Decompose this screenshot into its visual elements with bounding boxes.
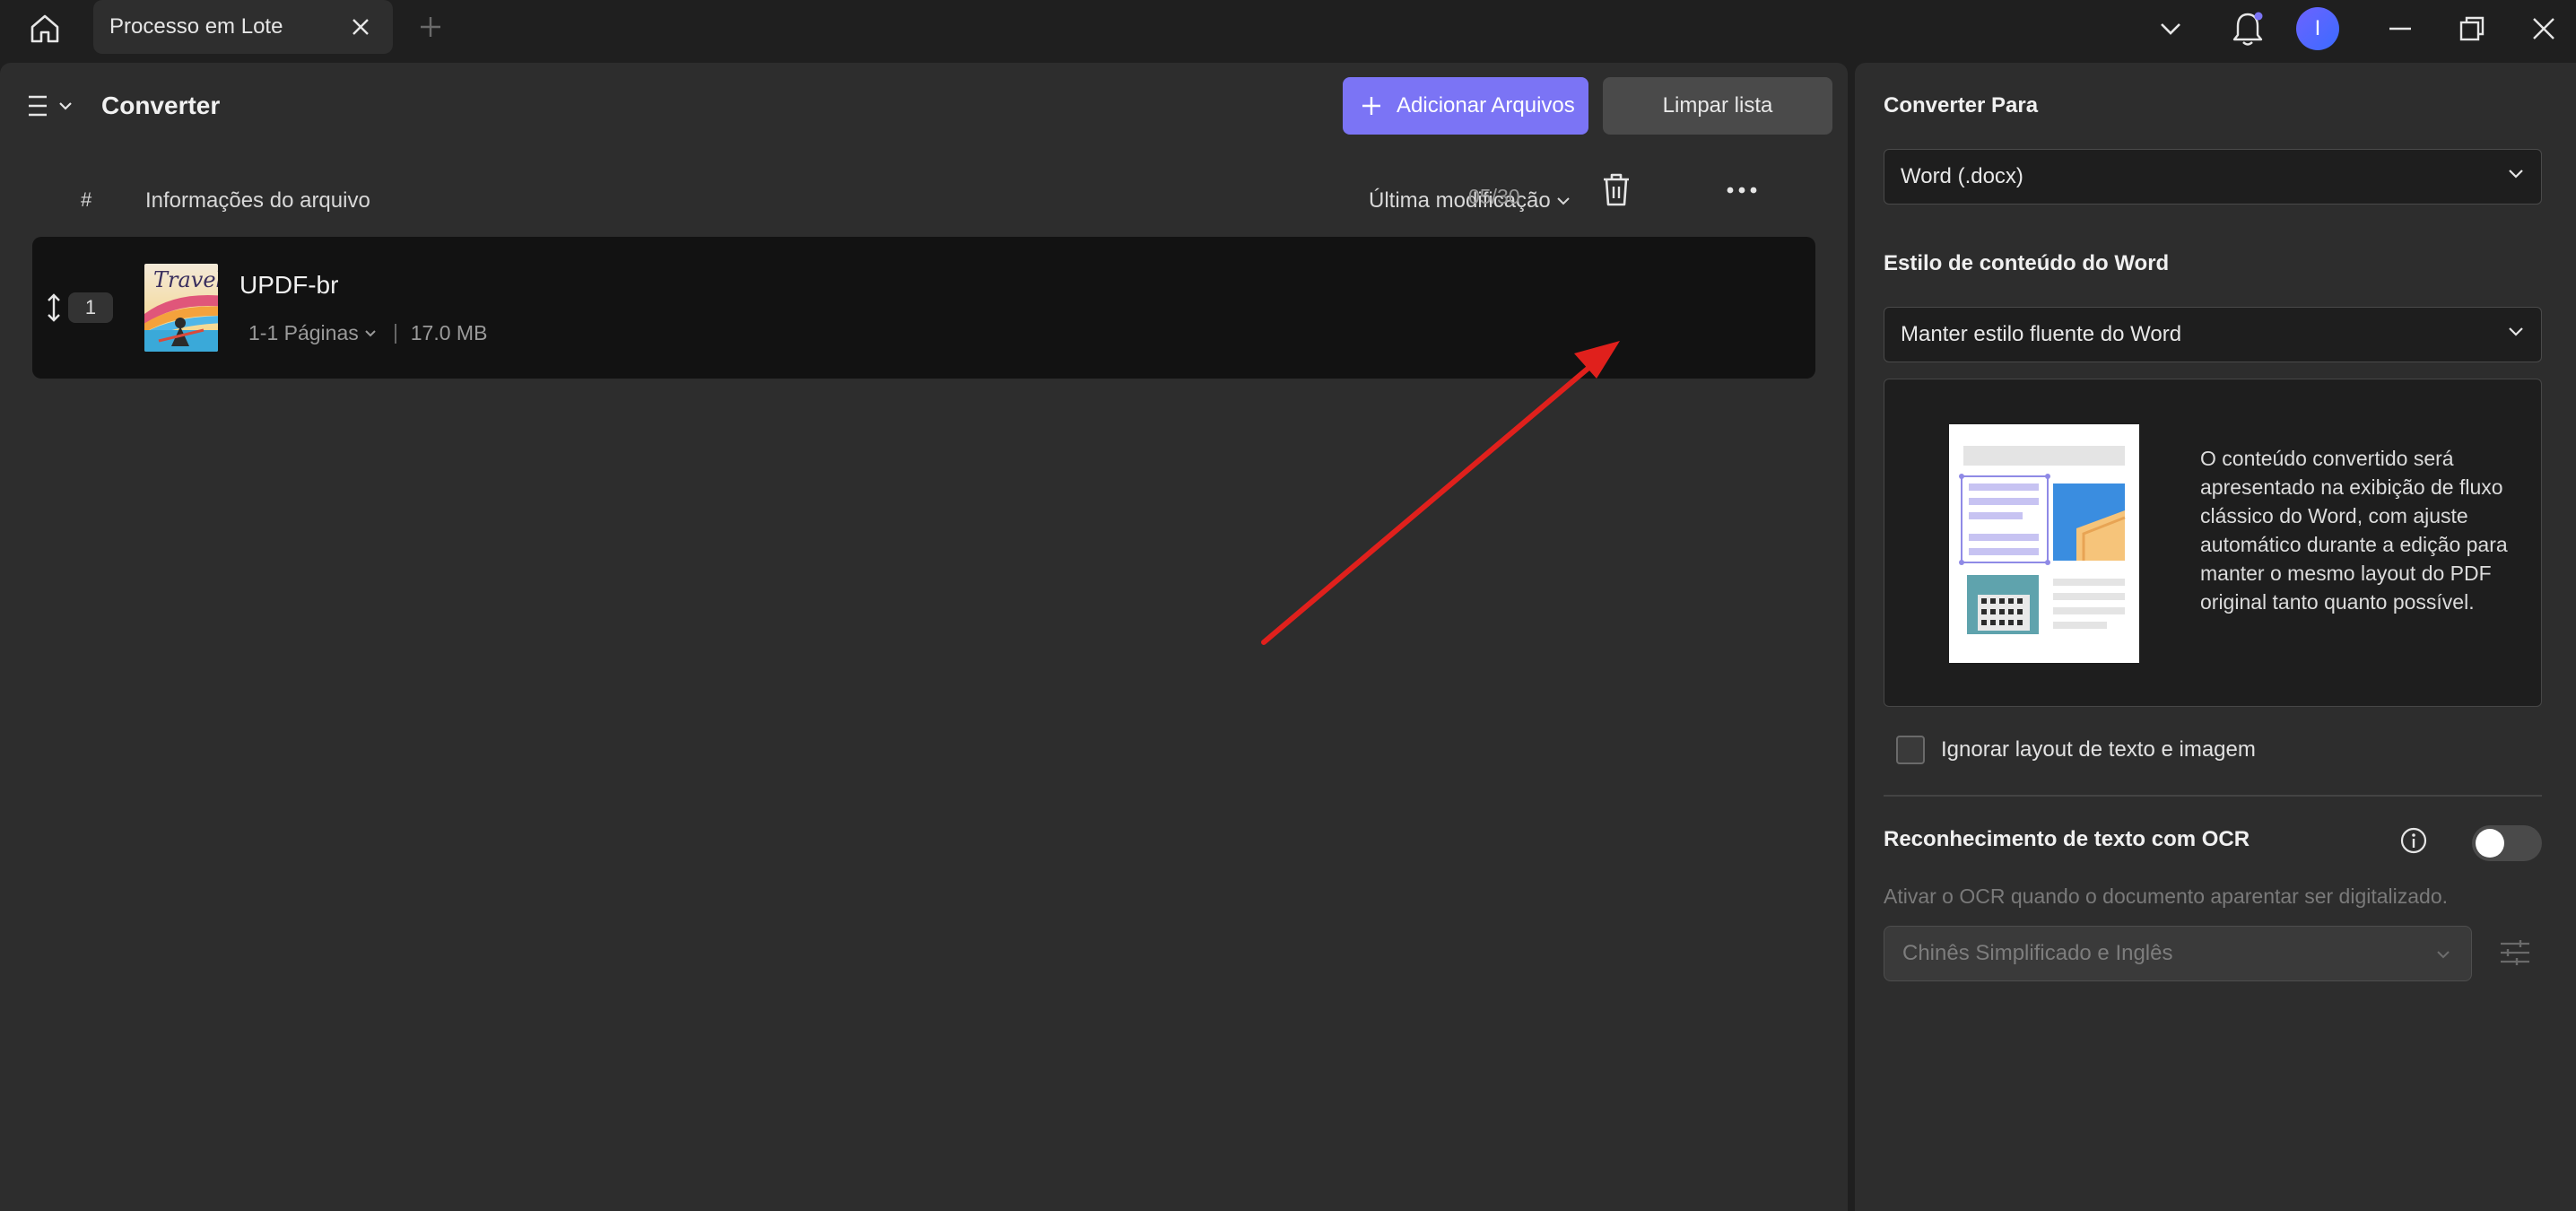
table-row[interactable]: 1 Travel UPDF-br 1-1 Páginas 17.0 MB [32,237,1815,379]
bell-icon [2232,12,2263,46]
file-size: 17.0 MB [410,321,488,344]
chevron-down-icon [2161,23,2180,35]
close-window-button[interactable] [2519,4,2569,54]
ocr-toggle-knob [2476,829,2504,858]
column-header-file-info: Informações do arquivo [145,188,370,213]
title-bar: Processo em Lote I [0,0,2576,57]
tab-close-button[interactable] [344,11,377,43]
chevron-down-icon [2437,951,2450,959]
row-number: 1 [68,292,113,323]
page-range-selector[interactable]: 1-1 Páginas [248,321,377,345]
user-avatar-button[interactable]: I [2293,4,2343,54]
chevron-down-icon [59,102,72,110]
plus-icon [421,17,440,37]
output-format-value: Word (.docx) [1901,164,2023,188]
file-meta: 1-1 Páginas 17.0 MB [248,321,487,345]
conversion-settings-panel: Converter Para Word (.docx) Estilo de co… [1855,63,2576,1211]
add-files-button[interactable]: Adicionar Arquivos [1343,77,1588,135]
chevron-down-icon [365,329,376,336]
ignore-layout-label: Ignorar layout de texto e imagem [1941,737,2256,762]
close-icon [352,19,369,35]
file-modified-date: 05/30 [1468,185,1520,208]
ignore-layout-option[interactable]: Ignorar layout de texto e imagem [1896,736,2256,764]
file-thumbnail-title: Travel [153,267,218,292]
ocr-title: Reconhecimento de texto com OCR [1884,827,2250,851]
app-window: Processo em Lote I Converter Adicionar A… [0,0,2576,1211]
sliders-icon[interactable] [2497,935,2533,971]
drag-handle-icon[interactable] [43,292,65,323]
output-format-select[interactable]: Word (.docx) [1884,149,2542,205]
minimize-button[interactable] [2375,4,2425,54]
minimize-icon [2389,27,2411,30]
add-files-label: Adicionar Arquivos [1397,93,1575,118]
style-description: O conteúdo convertido será apresentado n… [2200,447,2508,614]
ocr-language-select[interactable]: Chinês Simplificado e Inglês [1884,926,2472,981]
file-thumbnail: Travel [144,264,218,352]
ignore-layout-checkbox[interactable] [1896,736,1925,764]
plus-icon [1362,97,1380,115]
column-header-number: # [81,188,92,211]
word-style-title: Estilo de conteúdo do Word [1884,251,2170,275]
info-icon[interactable] [2398,825,2429,856]
ocr-language-value: Chinês Simplificado e Inglês [1902,941,2173,965]
chevron-down-icon [2509,327,2523,336]
chevron-down-icon [1557,197,1570,205]
more-horizontal-icon [1727,187,1757,194]
word-style-select[interactable]: Manter estilo fluente do Word [1884,307,2542,362]
trash-icon [1604,173,1629,206]
ocr-description: Ativar o OCR quando o documento aparenta… [1884,884,2449,908]
home-button[interactable] [20,7,70,50]
restore-icon [2459,16,2485,41]
restore-button[interactable] [2447,4,2497,54]
dropdown-menu-button[interactable] [2147,4,2194,54]
meta-divider [394,323,396,344]
section-divider [1884,795,2542,797]
file-name: UPDF-br [239,271,339,299]
annotation-arrow [1261,341,1620,645]
avatar: I [2296,7,2339,50]
convert-to-title: Converter Para [1884,93,2039,118]
style-preview-box: O conteúdo convertido será apresentado n… [1884,379,2542,707]
chevron-down-icon [2509,170,2523,179]
more-options-button[interactable] [1722,170,1762,210]
column-header-last-modified-label: Última modificação [1369,188,1551,213]
close-window-icon [2533,18,2554,39]
home-icon [30,14,59,43]
clear-list-button[interactable]: Limpar lista [1603,77,1832,135]
tab-label: Processo em Lote [109,14,283,39]
page-range-label: 1-1 Páginas [248,321,359,344]
word-style-value: Manter estilo fluente do Word [1901,322,2182,346]
new-tab-button[interactable] [413,9,448,45]
page-title: Converter [101,91,221,119]
clear-list-label: Limpar lista [1662,93,1773,118]
menu-button[interactable] [27,88,77,124]
file-list-panel: Converter Adicionar Arquivos Limpar list… [0,63,1848,1211]
tab-batch-process[interactable]: Processo em Lote [93,0,393,54]
notifications-button[interactable] [2223,4,2273,54]
delete-file-button[interactable] [1597,170,1636,210]
ocr-toggle[interactable] [2472,825,2542,861]
hamburger-icon [29,95,47,117]
document-preview-image [1949,424,2139,663]
